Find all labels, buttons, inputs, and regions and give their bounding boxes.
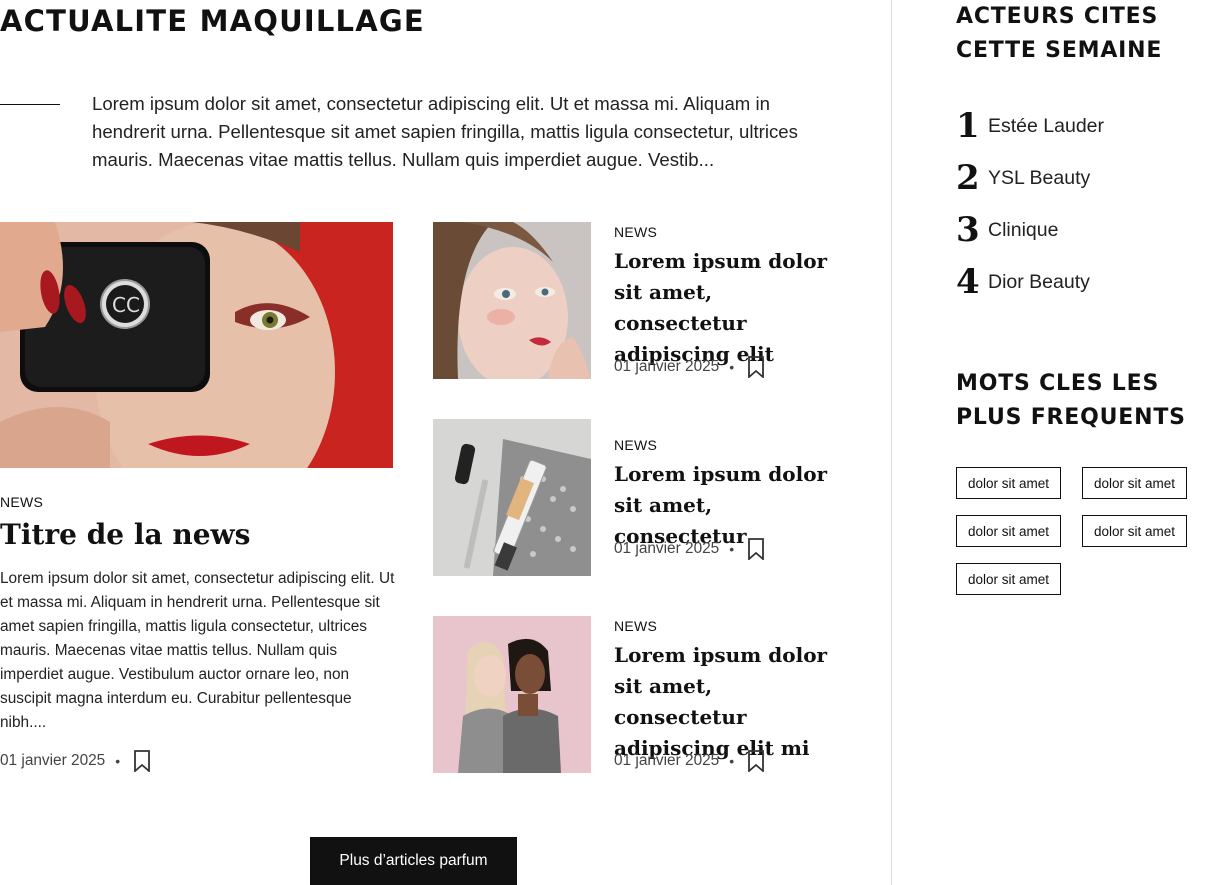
- more-articles-button[interactable]: Plus d’articles parfum: [310, 837, 517, 885]
- keyword-tag[interactable]: dolor sit amet: [956, 467, 1062, 499]
- actor-item[interactable]: 4 Dior Beauty: [956, 262, 1090, 302]
- featured-excerpt: Lorem ipsum dolor sit amet, consectetur …: [0, 570, 395, 731]
- column-divider: [891, 0, 892, 885]
- keyword-tag[interactable]: dolor sit amet: [1082, 515, 1188, 547]
- card-date: 01 janvier 2025: [614, 752, 720, 769]
- article-thumbnail[interactable]: [433, 616, 591, 773]
- actor-item[interactable]: 2 YSL Beauty: [956, 158, 1090, 198]
- featured-meta: 01 janvier 2025 •: [0, 749, 152, 773]
- actor-item[interactable]: 3 Clinique: [956, 210, 1058, 250]
- card-tag: NEWS: [614, 437, 658, 453]
- actor-item[interactable]: 1 Estée Lauder: [956, 106, 1104, 146]
- card-meta: 01 janvier 2025 •: [614, 537, 766, 561]
- meta-separator: •: [729, 753, 735, 769]
- featured-tag: NEWS: [0, 494, 44, 510]
- keyword-tag[interactable]: dolor sit amet: [1082, 467, 1188, 499]
- section-title: ACTUALITE MAQUILLAGE: [0, 4, 425, 38]
- card-title[interactable]: Lorem ipsum dolor sit amet, consectetur …: [614, 246, 836, 370]
- actor-name: Clinique: [988, 218, 1059, 241]
- meta-separator: •: [115, 753, 121, 769]
- bookmark-icon[interactable]: [746, 750, 766, 773]
- featured-title[interactable]: Titre de la news: [0, 516, 393, 554]
- meta-separator: •: [729, 541, 735, 557]
- bookmark-icon[interactable]: [746, 538, 766, 561]
- meta-separator: •: [729, 359, 735, 375]
- card-meta: 01 janvier 2025 •: [614, 749, 766, 773]
- card-meta: 01 janvier 2025 •: [614, 355, 766, 379]
- featured-date: 01 janvier 2025: [0, 752, 106, 769]
- card-title[interactable]: Lorem ipsum dolor sit amet, consectetur …: [614, 640, 836, 764]
- intro-divider: [0, 104, 60, 105]
- keyword-tag[interactable]: dolor sit amet: [956, 563, 1062, 595]
- actor-name: Dior Beauty: [988, 270, 1090, 293]
- actor-rank: 3: [956, 210, 980, 250]
- keyword-tag[interactable]: dolor sit amet: [956, 515, 1062, 547]
- card-date: 01 janvier 2025: [614, 358, 720, 375]
- keywords-title: MOTS CLES LES PLUS FREQUENTS: [956, 371, 1186, 430]
- article-thumbnail[interactable]: [433, 419, 591, 576]
- featured-article-image[interactable]: CC: [0, 222, 393, 468]
- card-tag: NEWS: [614, 224, 658, 240]
- card-date: 01 janvier 2025: [614, 540, 720, 557]
- bookmark-icon[interactable]: [746, 356, 766, 379]
- actors-title: ACTEURS CITES CETTE SEMAINE: [956, 4, 1163, 63]
- bookmark-icon[interactable]: [132, 750, 152, 773]
- svg-text:CC: CC: [112, 293, 140, 317]
- actor-rank: 1: [956, 106, 980, 146]
- actor-rank: 2: [956, 158, 980, 198]
- actor-name: YSL Beauty: [988, 166, 1091, 189]
- actor-name: Estée Lauder: [988, 114, 1105, 137]
- card-tag: NEWS: [614, 618, 658, 634]
- intro-text: Lorem ipsum dolor sit amet, consectetur …: [92, 93, 798, 170]
- article-thumbnail[interactable]: [433, 222, 591, 379]
- actor-rank: 4: [956, 262, 980, 302]
